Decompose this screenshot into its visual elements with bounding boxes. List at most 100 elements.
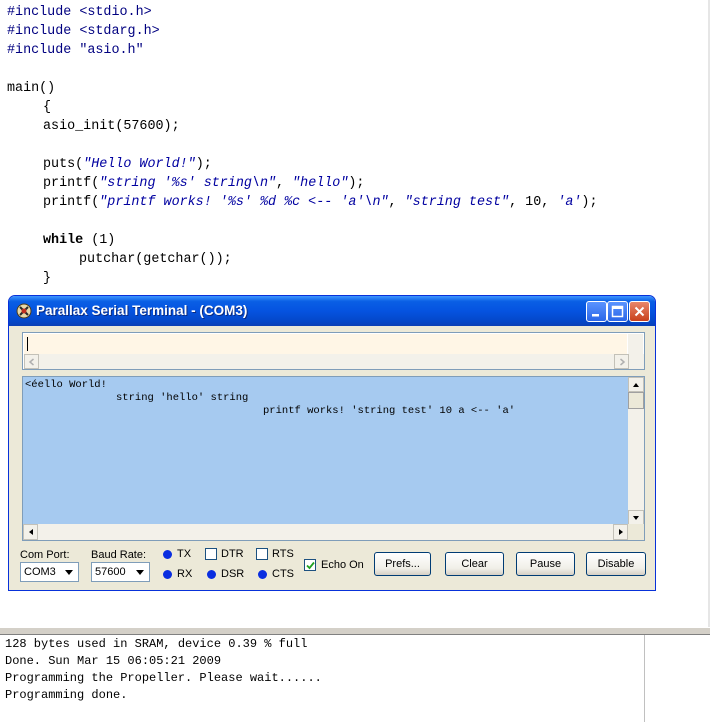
scroll-corner bbox=[628, 524, 644, 540]
code-line[interactable]: asio_init(57600); bbox=[43, 117, 180, 136]
transmit-pane[interactable] bbox=[22, 332, 645, 370]
disable-button[interactable]: Disable bbox=[586, 552, 646, 576]
code-line[interactable]: #include "asio.h" bbox=[7, 41, 144, 60]
code-line[interactable]: main() bbox=[7, 79, 55, 98]
com-port-select[interactable]: COM3 bbox=[20, 562, 79, 582]
baud-rate-label: Baud Rate: bbox=[91, 549, 147, 561]
triangle-down-icon bbox=[136, 570, 144, 575]
com-port-value: COM3 bbox=[24, 566, 56, 578]
code-text: main() bbox=[7, 81, 56, 96]
transmit-input[interactable] bbox=[24, 334, 627, 354]
code-text: (1) bbox=[83, 233, 116, 248]
receive-line: printf works! 'string test' 10 a <-- 'a' bbox=[263, 405, 516, 417]
dtr-label: DTR bbox=[221, 548, 244, 560]
baud-rate-value: 57600 bbox=[95, 566, 126, 578]
transmit-vscroll[interactable] bbox=[628, 334, 643, 354]
pane-splitter[interactable] bbox=[0, 627, 710, 635]
receive-vscroll[interactable] bbox=[628, 377, 644, 525]
receive-line: string 'hello' string bbox=[116, 392, 249, 404]
rts-checkbox[interactable] bbox=[256, 548, 268, 560]
scroll-up-button[interactable] bbox=[628, 377, 644, 392]
com-port-label: Com Port: bbox=[20, 549, 70, 561]
code-line[interactable]: printf("string '%s' string\n", "hello"); bbox=[43, 174, 364, 193]
output-line: Programming done. bbox=[5, 688, 128, 702]
cts-label: CTS bbox=[272, 568, 294, 580]
code-text: ); bbox=[581, 195, 598, 210]
rts-label: RTS bbox=[272, 548, 294, 560]
baud-rate-select[interactable]: 57600 bbox=[91, 562, 150, 582]
rx-label: RX bbox=[177, 568, 193, 580]
minimize-icon bbox=[592, 314, 599, 317]
scroll-down-button[interactable] bbox=[628, 510, 644, 525]
code-preprocessor: #include bbox=[7, 43, 80, 58]
triangle-down-icon bbox=[633, 516, 639, 520]
dtr-checkbox[interactable] bbox=[205, 548, 217, 560]
code-string: "string test" bbox=[404, 195, 510, 210]
code-line[interactable]: printf("printf works! '%s' %d %c <-- 'a'… bbox=[43, 193, 598, 212]
dropdown-button[interactable] bbox=[132, 564, 148, 580]
receive-line: <éello World! bbox=[25, 379, 107, 391]
code-text: , bbox=[388, 195, 405, 210]
cts-led-icon bbox=[258, 570, 267, 579]
maximize-button[interactable] bbox=[607, 301, 628, 322]
code-text: ); bbox=[195, 157, 212, 172]
code-line[interactable]: #include <stdarg.h> bbox=[7, 22, 160, 41]
code-string: 'a' bbox=[557, 195, 582, 210]
scroll-right-button[interactable] bbox=[613, 524, 628, 540]
scroll-thumb[interactable] bbox=[628, 392, 644, 409]
code-text: printf( bbox=[43, 176, 100, 191]
title-bar[interactable]: Parallax Serial Terminal - (COM3) bbox=[9, 296, 655, 326]
receive-pane[interactable]: <éello World! string 'hello' string prin… bbox=[22, 376, 645, 541]
dsr-led-icon bbox=[207, 570, 216, 579]
code-line[interactable]: } bbox=[43, 269, 51, 288]
output-line: Programming the Propeller. Please wait..… bbox=[5, 671, 322, 685]
code-line[interactable]: { bbox=[43, 98, 51, 117]
code-line[interactable]: while (1) bbox=[43, 231, 115, 250]
code-text: { bbox=[43, 100, 52, 115]
triangle-up-icon bbox=[633, 383, 639, 387]
code-text: <stdarg.h> bbox=[79, 24, 160, 39]
chevron-right-icon bbox=[620, 358, 626, 366]
window-title: Parallax Serial Terminal - (COM3) bbox=[36, 303, 248, 318]
echo-on-checkbox[interactable] bbox=[304, 559, 316, 571]
code-keyword: while bbox=[43, 233, 84, 248]
tx-label: TX bbox=[177, 548, 192, 560]
receive-hscroll[interactable] bbox=[23, 524, 628, 540]
output-divider bbox=[644, 635, 645, 722]
code-line[interactable]: #include <stdio.h> bbox=[7, 3, 152, 22]
code-line[interactable]: putchar(getchar()); bbox=[79, 250, 232, 269]
close-button[interactable] bbox=[629, 301, 650, 322]
code-text: , 10, bbox=[509, 195, 558, 210]
code-text: ); bbox=[348, 176, 365, 191]
close-icon bbox=[634, 306, 645, 317]
terminal-body: <éello World! string 'hello' string prin… bbox=[12, 326, 652, 589]
code-preprocessor: #include bbox=[7, 5, 80, 20]
output-line: Done. Sun Mar 15 06:05:21 2009 bbox=[5, 654, 222, 668]
scroll-left-button[interactable] bbox=[23, 524, 38, 540]
text-caret bbox=[27, 337, 28, 351]
code-string: "hello" bbox=[292, 176, 349, 191]
code-text: printf( bbox=[43, 195, 100, 210]
serial-terminal-window[interactable]: Parallax Serial Terminal - (COM3) <éello… bbox=[8, 295, 656, 591]
scroll-right-button[interactable] bbox=[614, 354, 629, 369]
output-line: 128 bytes used in SRAM, device 0.39 % fu… bbox=[5, 637, 308, 651]
scroll-left-button[interactable] bbox=[24, 354, 39, 369]
dropdown-button[interactable] bbox=[61, 564, 77, 580]
code-string: "string '%s' string\n" bbox=[99, 176, 277, 191]
clear-button[interactable]: Clear bbox=[445, 552, 504, 576]
code-preprocessor: #include bbox=[7, 24, 80, 39]
minimize-button[interactable] bbox=[586, 301, 607, 322]
prefs-button[interactable]: Prefs... bbox=[374, 552, 431, 576]
checkmark-icon bbox=[306, 561, 315, 570]
code-line[interactable]: puts("Hello World!"); bbox=[43, 155, 212, 174]
code-string: "Hello World!" bbox=[83, 157, 196, 172]
transmit-hscroll[interactable] bbox=[24, 354, 644, 369]
triangle-left-icon bbox=[29, 529, 33, 535]
chevron-left-icon bbox=[28, 358, 34, 366]
code-text: putchar(getchar()); bbox=[79, 252, 232, 267]
echo-on-label: Echo On bbox=[321, 559, 364, 571]
code-text: "asio.h" bbox=[79, 43, 144, 58]
tx-led-icon bbox=[163, 550, 172, 559]
pause-button[interactable]: Pause bbox=[516, 552, 575, 576]
maximize-icon bbox=[611, 305, 624, 318]
